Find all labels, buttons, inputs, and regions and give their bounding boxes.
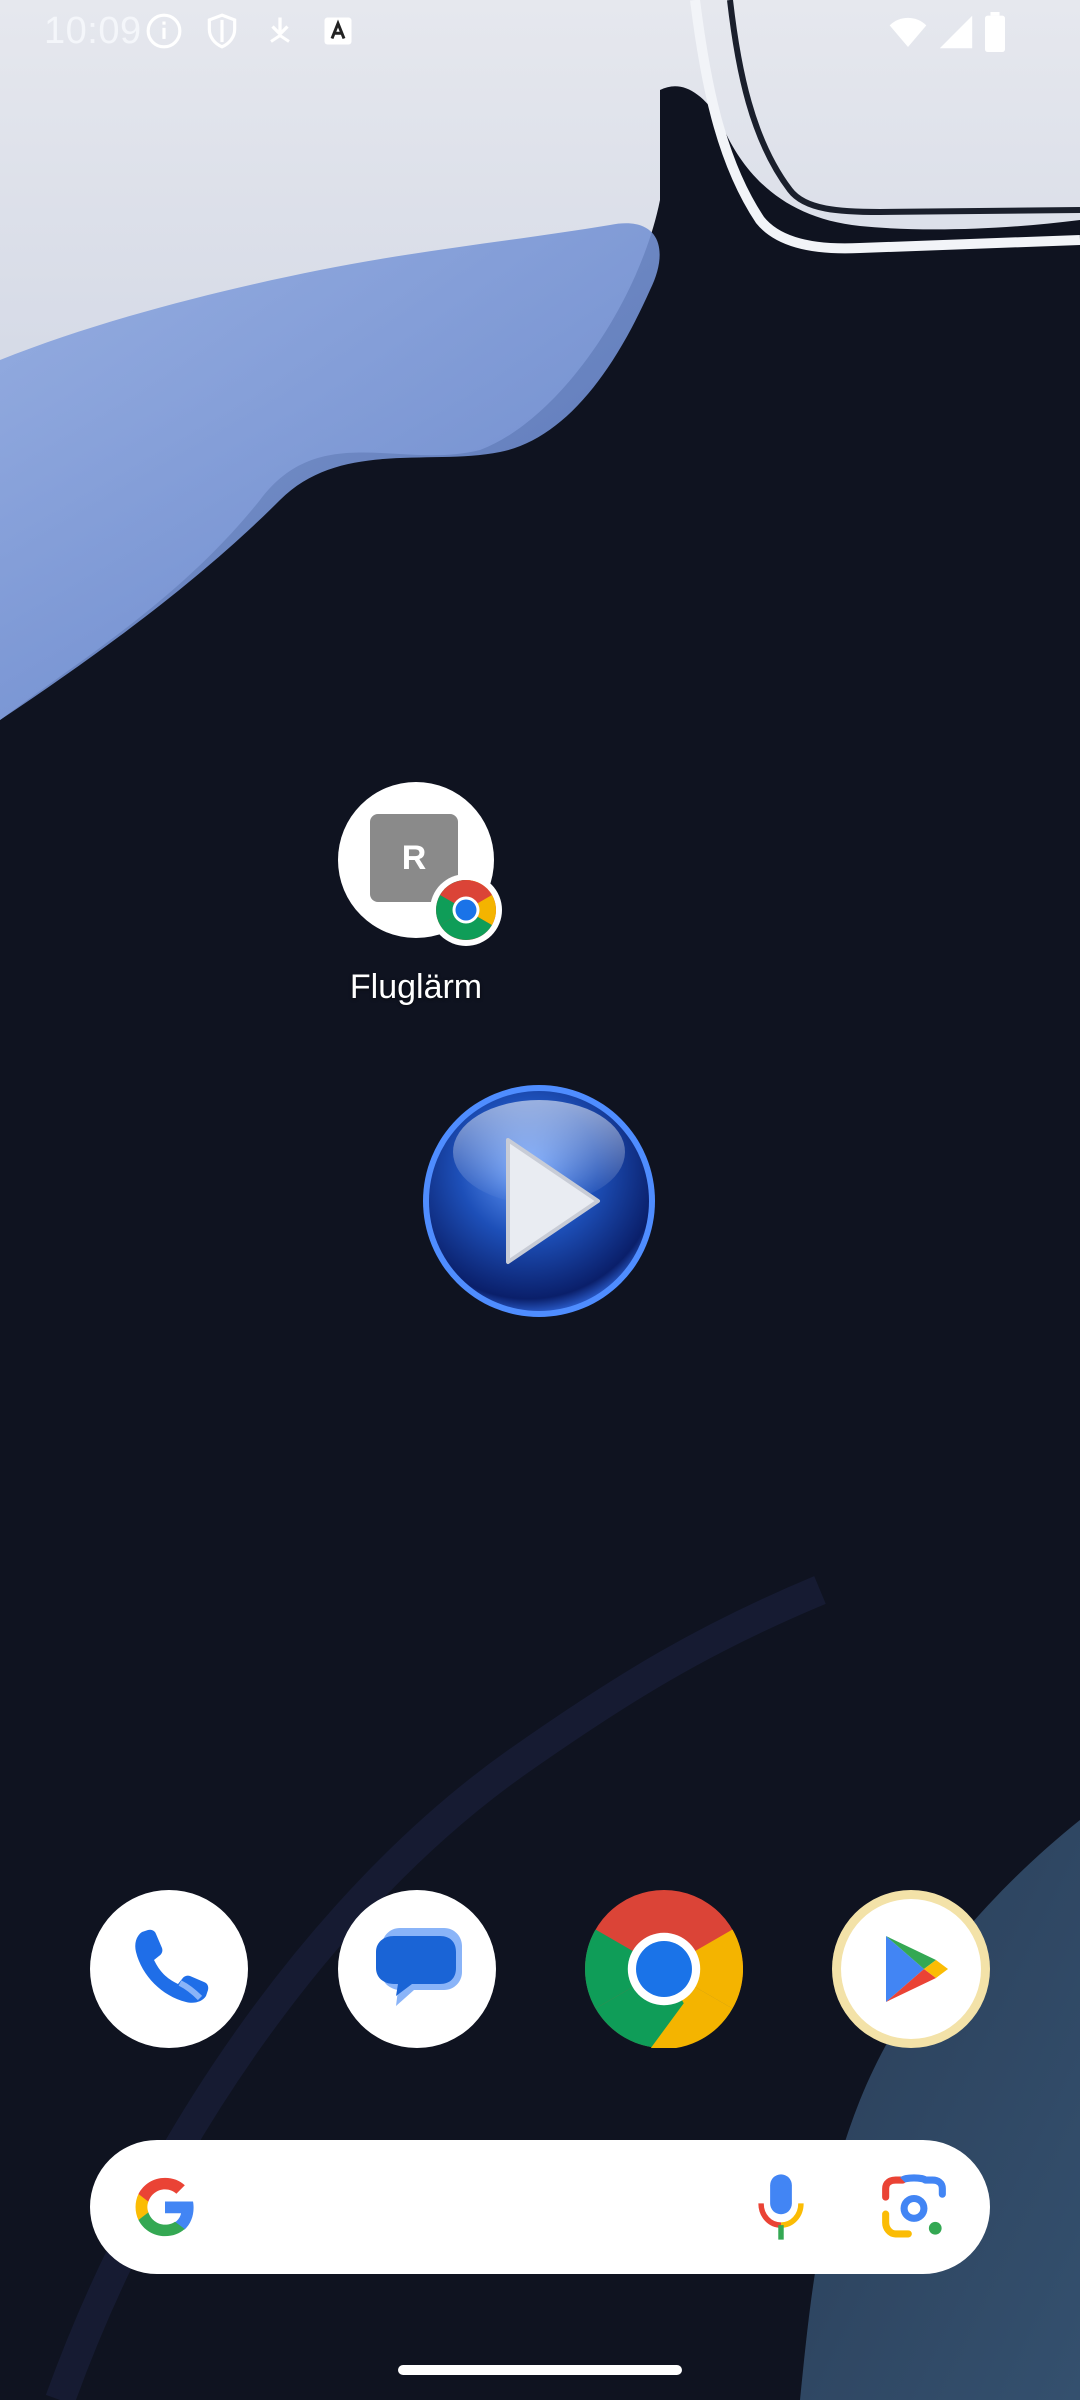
google-search-bar[interactable] (90, 2140, 990, 2274)
chrome-icon (584, 1890, 744, 2050)
shield-icon (203, 12, 241, 55)
shortcut-label: Fluglärm (349, 968, 483, 1006)
status-bar: 10:09 (0, 0, 1080, 64)
download-arrow-icon (262, 12, 298, 55)
play-store-icon (832, 1890, 990, 2048)
floating-play-button[interactable] (420, 1082, 658, 1320)
google-g-icon (130, 2172, 200, 2247)
chrome-app[interactable] (584, 1890, 744, 2050)
cellular-signal-icon (938, 14, 974, 55)
microphone-icon[interactable] (752, 2170, 810, 2249)
phone-app[interactable] (90, 1890, 248, 2048)
play-store-app[interactable] (832, 1890, 990, 2048)
r-badge-letter: R (401, 838, 427, 877)
fluglarm-shortcut[interactable]: R Fluglärm (318, 782, 514, 1022)
play-icon (423, 1085, 655, 1317)
battery-icon (984, 12, 1006, 57)
phone-icon (90, 1890, 248, 2048)
shortcut-icon-circle: R (338, 782, 502, 946)
status-time: 10:09 (44, 10, 142, 52)
messages-icon (338, 1890, 496, 2048)
messages-app[interactable] (338, 1890, 496, 2048)
chrome-icon (430, 874, 502, 946)
gesture-nav-handle[interactable] (398, 2365, 682, 2375)
info-icon (145, 12, 183, 55)
keyboard-a-icon (320, 12, 356, 55)
wifi-icon (888, 14, 928, 55)
google-lens-icon[interactable] (880, 2174, 948, 2245)
